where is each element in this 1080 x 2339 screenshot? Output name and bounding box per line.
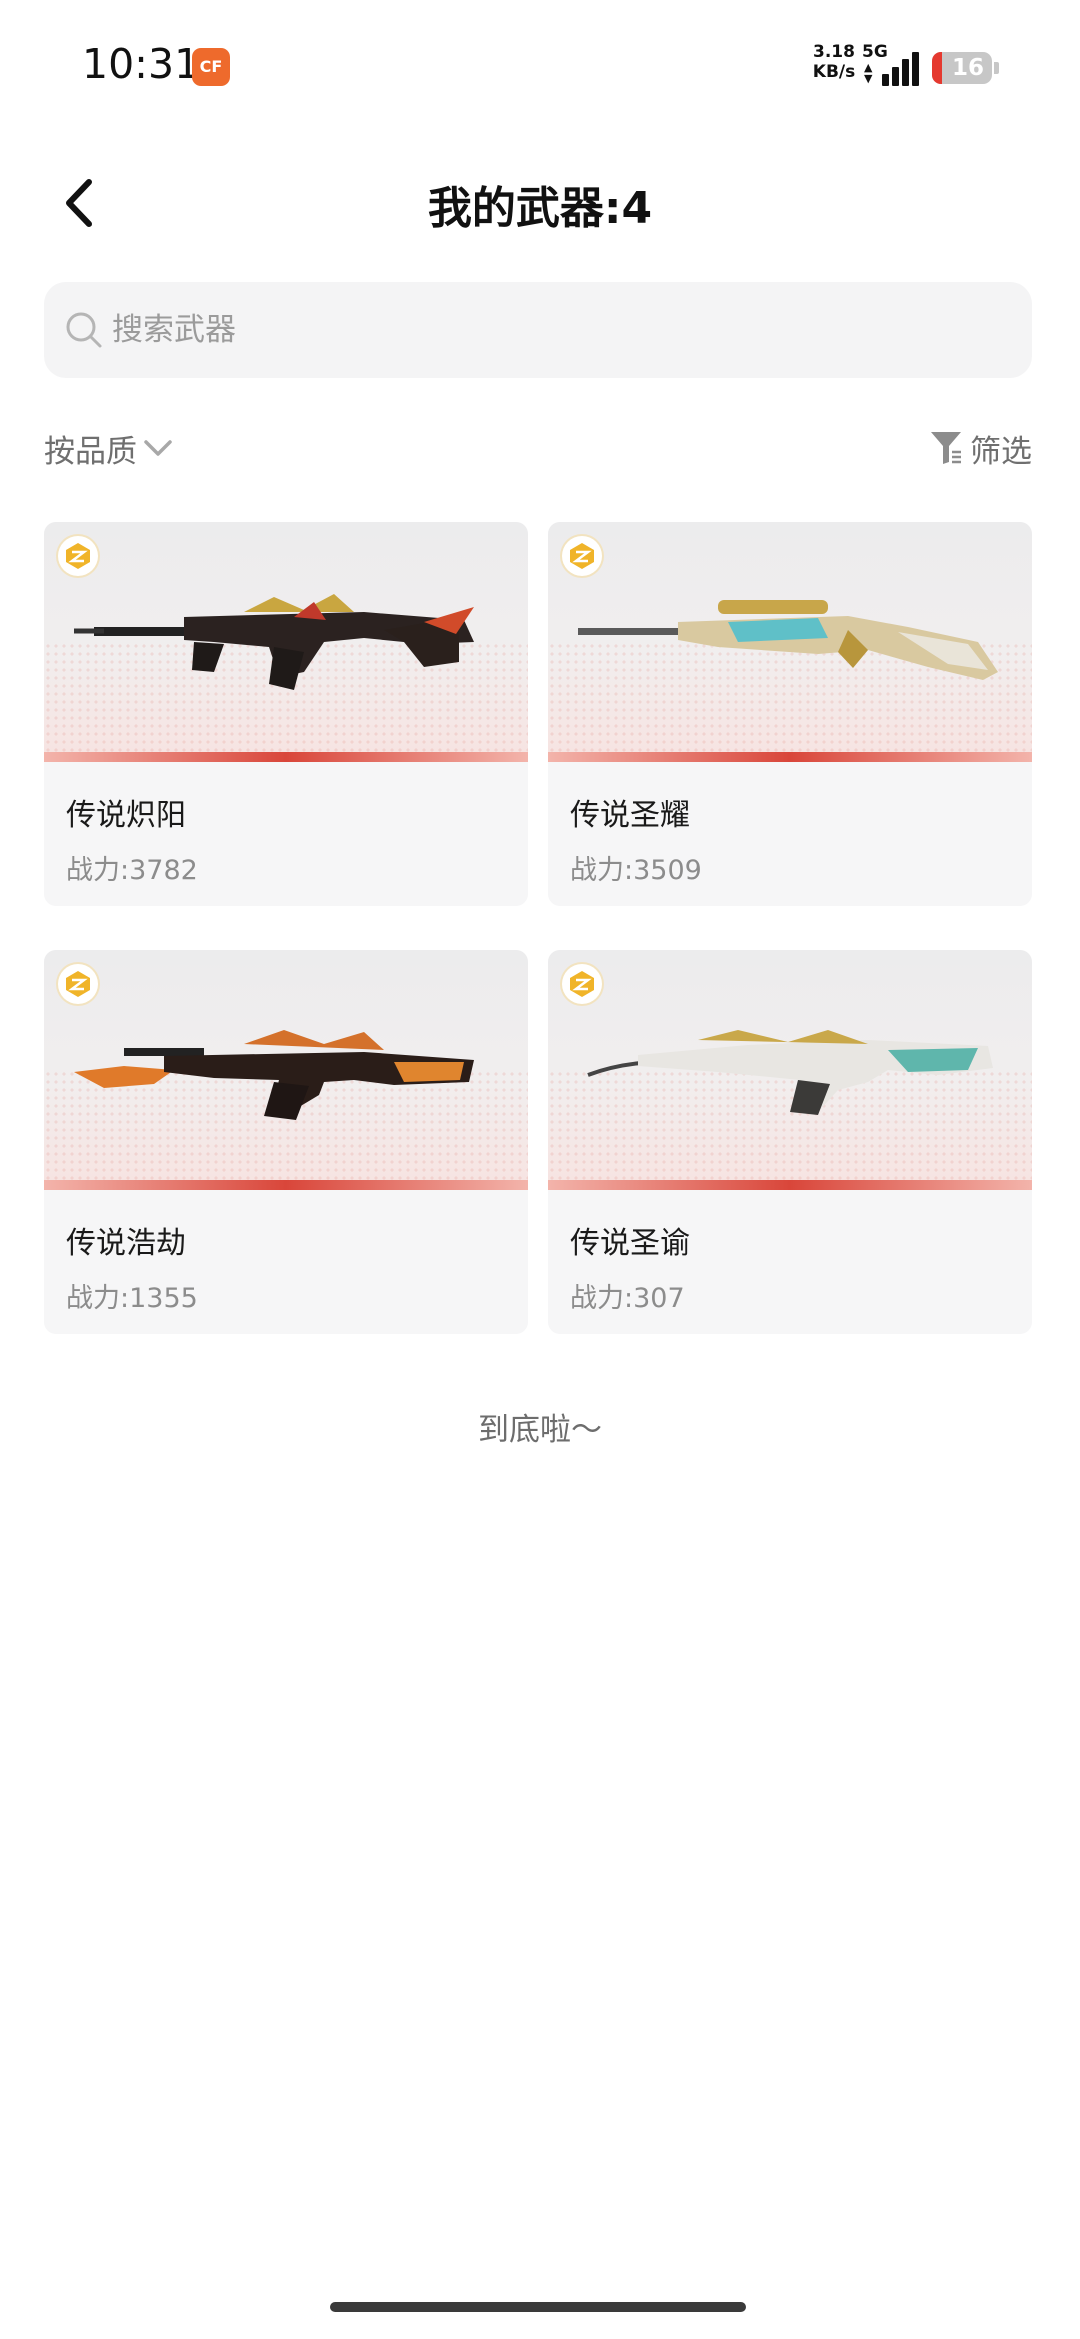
- legendary-badge-icon: [58, 964, 98, 1004]
- quality-accent-bar: [548, 1180, 1032, 1190]
- weapon-name: 传说圣耀: [570, 798, 690, 833]
- sort-by-quality-dropdown[interactable]: 按品质: [44, 424, 173, 472]
- battery-icon: 16: [932, 52, 992, 84]
- legendary-badge-icon: [58, 536, 98, 576]
- battery-tip: [994, 62, 999, 74]
- search-icon: [66, 312, 102, 348]
- weapon-rifle-image: [74, 594, 474, 690]
- weapon-name: 传说圣谕: [570, 1226, 690, 1261]
- weapon-sniper-image: [578, 600, 998, 680]
- weapon-image-area: [44, 522, 528, 762]
- weapon-card[interactable]: 传说圣耀 战力:3509: [548, 522, 1032, 906]
- weapon-power: 战力:1355: [66, 1283, 198, 1314]
- chevron-down-icon: [144, 440, 172, 456]
- weapon-power: 战力:307: [570, 1283, 685, 1314]
- weapon-power: 战力:3782: [66, 855, 198, 886]
- network-speed-value: 3.18: [813, 42, 855, 62]
- end-of-list-text: 到底啦～: [478, 1412, 602, 1448]
- filter-icon: [931, 432, 961, 464]
- weapon-card[interactable]: 传说浩劫 战力:1355: [44, 950, 528, 1334]
- weapons-page: 10:31 CF 3.18 KB/s 5G ▲ ▼ 16 我的武器:4 搜索武器…: [0, 0, 1080, 2339]
- weapon-smg-image: [587, 1030, 993, 1115]
- back-button[interactable]: [48, 168, 108, 238]
- weapon-card[interactable]: 传说炽阳 战力:3782: [44, 522, 528, 906]
- data-arrows-icon: ▲ ▼: [864, 61, 873, 85]
- legendary-badge-icon: [562, 536, 602, 576]
- weapon-card[interactable]: 传说圣谕 战力:307: [548, 950, 1032, 1334]
- home-indicator[interactable]: [330, 2302, 746, 2312]
- status-bar: 10:31 CF 3.18 KB/s 5G ▲ ▼ 16: [0, 0, 1080, 130]
- search-input[interactable]: [112, 282, 992, 378]
- crossfire-app-icon: CF: [192, 48, 230, 86]
- weapon-name: 传说浩劫: [66, 1226, 186, 1261]
- signal-icon: [882, 50, 922, 86]
- sort-label: 按品质: [44, 433, 137, 470]
- network-speed-unit: KB/s: [812, 62, 856, 82]
- quality-accent-bar: [44, 1180, 528, 1190]
- network-speed: 3.18 KB/s: [810, 42, 858, 82]
- chevron-left-icon: [66, 179, 92, 227]
- quality-accent-bar: [548, 752, 1032, 762]
- filter-label: 筛选: [970, 433, 1032, 470]
- weapon-image-area: [548, 950, 1032, 1190]
- weapon-name: 传说炽阳: [66, 798, 186, 833]
- quality-accent-bar: [44, 752, 528, 762]
- weapon-assault-rifle-image: [74, 1030, 474, 1120]
- status-time: 10:31: [82, 40, 201, 88]
- legendary-badge-icon: [562, 964, 602, 1004]
- weapon-image-area: [44, 950, 528, 1190]
- page-title: 我的武器:4: [427, 183, 653, 234]
- weapon-image-area: [548, 522, 1032, 762]
- battery-level: 16: [951, 55, 984, 81]
- weapon-power: 战力:3509: [570, 855, 702, 886]
- filter-button[interactable]: 筛选: [930, 424, 1032, 472]
- search-bar[interactable]: [44, 282, 1032, 378]
